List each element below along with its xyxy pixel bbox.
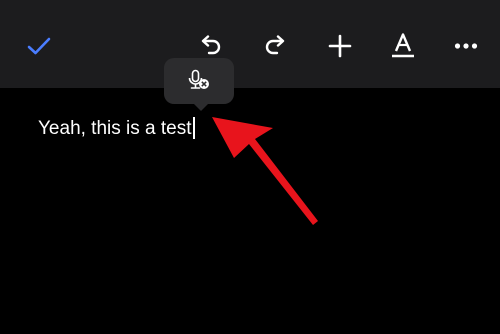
plus-icon [328,34,352,58]
done-button[interactable] [17,24,61,68]
note-text[interactable]: Yeah, this is a test [38,117,195,140]
top-toolbar [0,0,500,88]
checkmark-icon [27,37,51,55]
popup-pointer [193,103,209,111]
text-cursor [192,117,195,139]
undo-icon [201,35,221,55]
microphone-stop-icon [188,69,209,89]
ellipsis-icon [454,43,478,49]
text-format-icon [392,33,414,58]
add-button[interactable] [318,24,362,68]
dictation-stop-button[interactable] [164,58,234,104]
redo-icon [265,35,285,55]
text-format-button[interactable] [381,24,425,68]
more-options-button[interactable] [444,24,488,68]
redo-button[interactable] [253,24,297,68]
note-text-content: Yeah, this is a test [38,118,192,139]
